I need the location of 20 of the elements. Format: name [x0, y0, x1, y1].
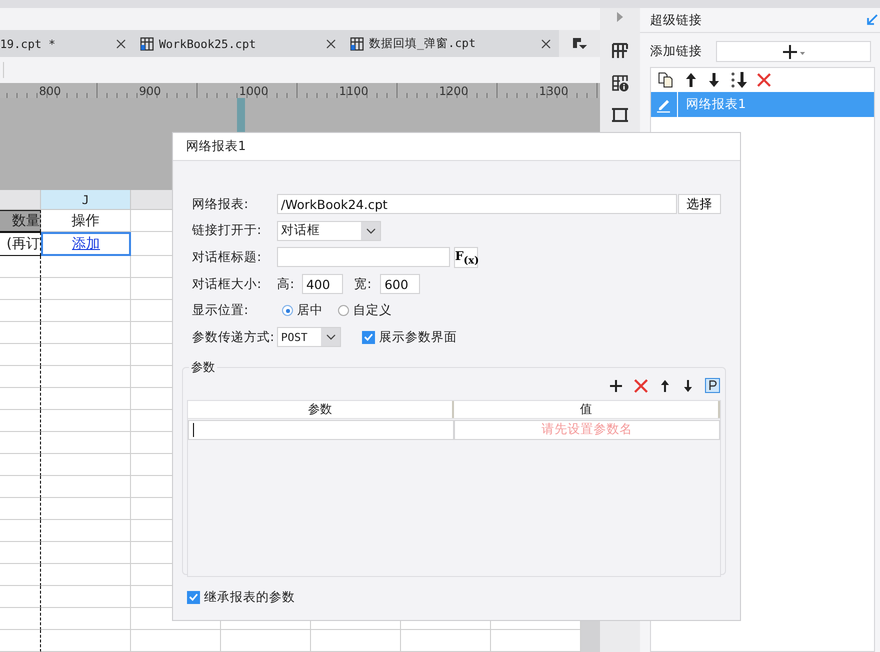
- add-link-label: 添加链接: [650, 43, 702, 60]
- ruler-label: 1300: [539, 84, 568, 98]
- ruler-label: 1000: [239, 84, 268, 98]
- ruler-label: 900: [139, 84, 161, 98]
- field-label: 对话框大小:: [192, 274, 262, 293]
- field-label: 显示位置:: [192, 301, 250, 320]
- height-label: 高:: [277, 276, 294, 293]
- ruler-label: 1200: [439, 84, 468, 98]
- field-label: 参数传递方式:: [192, 328, 276, 346]
- field-label: 链接打开于:: [192, 221, 262, 240]
- group-title: 参数: [190, 358, 216, 376]
- ruler-label: 800: [39, 84, 61, 98]
- width-label: 宽:: [354, 276, 372, 293]
- panel-title: 超级链接: [650, 12, 702, 28]
- column-header: 值: [454, 400, 720, 418]
- field-label: 网络报表:: [192, 194, 250, 213]
- column-header: 参数: [188, 400, 454, 418]
- field-label: 对话框标题:: [192, 248, 262, 266]
- dialog-title: 网络报表1: [186, 138, 246, 155]
- ruler-label: 1100: [339, 84, 368, 98]
